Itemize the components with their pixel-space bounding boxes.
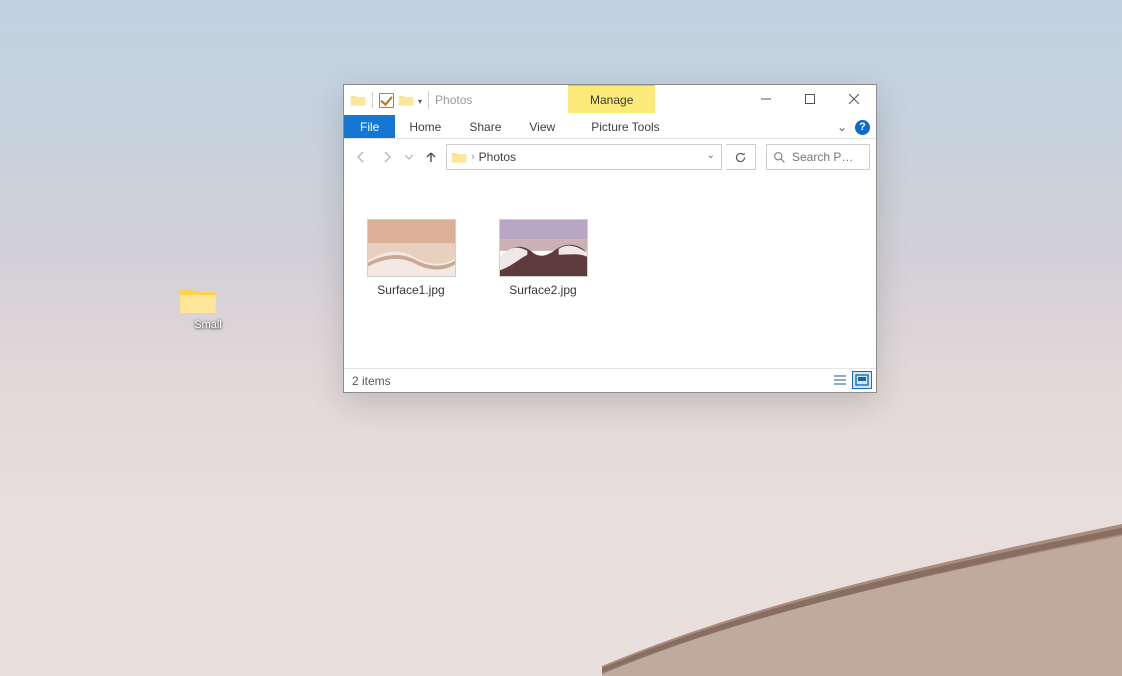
nav-recent-dropdown[interactable] (402, 146, 416, 168)
titlebar[interactable]: ▾ Photos Manage (344, 85, 876, 115)
qat: ▾ Photos (344, 85, 472, 115)
tab-share[interactable]: Share (455, 115, 515, 138)
properties-qat-icon[interactable] (379, 93, 394, 108)
file-name: Surface2.jpg (509, 283, 576, 297)
search-icon (773, 151, 786, 164)
address-bar[interactable]: › Photos ⌄ (446, 144, 722, 170)
refresh-button[interactable] (726, 144, 756, 170)
window-controls (744, 85, 876, 113)
tab-picture-tools[interactable]: Picture Tools (577, 115, 673, 138)
desktop-folder-label: Small (192, 319, 224, 331)
search-input[interactable]: Search P… (766, 144, 870, 170)
qat-dropdown-icon[interactable]: ▾ (418, 95, 422, 106)
folder-icon (178, 283, 218, 315)
desktop-folder-small[interactable]: Small (178, 283, 238, 333)
ribbon-tabs: File Home Share View Picture Tools ⌄ ? (344, 115, 876, 139)
desktop-wallpaper-dune (602, 496, 1122, 676)
search-placeholder: Search P… (792, 150, 853, 164)
nav-back-button[interactable] (350, 146, 372, 168)
help-button[interactable]: ? (855, 120, 870, 135)
maximize-button[interactable] (788, 85, 832, 113)
file-list[interactable]: Surface1.jpg Surface2.jpg (344, 175, 876, 368)
thumbnail (499, 219, 588, 277)
status-bar: 2 items (344, 368, 876, 392)
breadcrumb-separator-icon: › (471, 151, 475, 163)
tab-home[interactable]: Home (395, 115, 455, 138)
file-name: Surface1.jpg (377, 283, 444, 297)
new-folder-qat-icon[interactable] (398, 93, 414, 107)
nav-up-button[interactable] (420, 146, 442, 168)
nav-row: › Photos ⌄ Search P… (344, 139, 876, 175)
file-item[interactable]: Surface1.jpg (362, 219, 460, 297)
separator (428, 91, 429, 109)
file-explorer-window: ▾ Photos Manage File Home Share View Pic… (343, 84, 877, 393)
view-thumbnails-button[interactable] (852, 371, 872, 389)
thumbnail (367, 219, 456, 277)
minimize-button[interactable] (744, 85, 788, 113)
ribbon-expand-icon[interactable]: ⌄ (837, 120, 847, 134)
address-history-dropdown-icon[interactable]: ⌄ (707, 150, 715, 161)
nav-forward-button[interactable] (376, 146, 398, 168)
tab-view[interactable]: View (515, 115, 569, 138)
folder-icon (451, 150, 467, 164)
ribbon-contextual-group: Manage (568, 85, 655, 113)
status-item-count: 2 items (352, 374, 391, 388)
breadcrumb-current[interactable]: Photos (479, 150, 516, 164)
file-item[interactable]: Surface2.jpg (494, 219, 592, 297)
window-title: Photos (435, 93, 472, 107)
tab-file[interactable]: File (344, 115, 395, 138)
view-details-button[interactable] (830, 371, 850, 389)
separator (372, 92, 373, 108)
close-button[interactable] (832, 85, 876, 113)
folder-icon (350, 93, 366, 107)
